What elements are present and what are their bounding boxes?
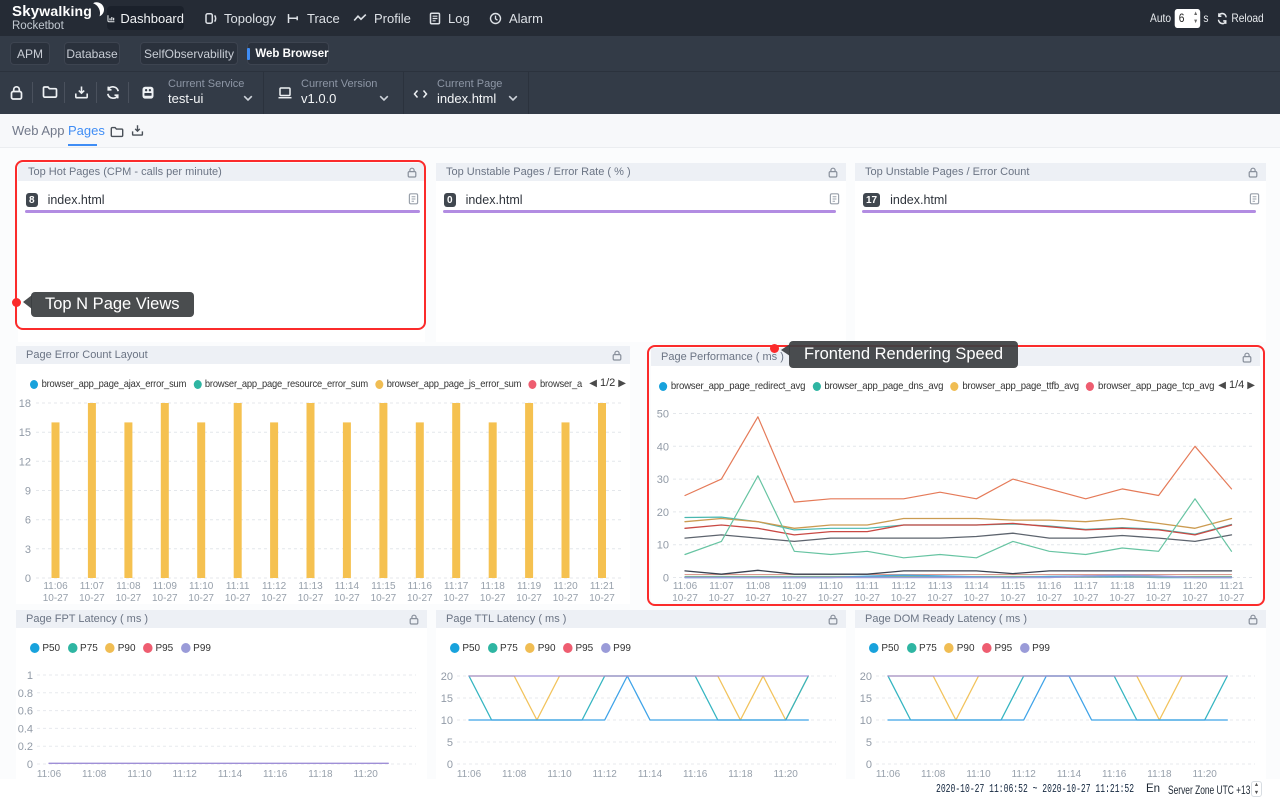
svg-text:10-27: 10-27 — [152, 593, 178, 604]
svg-text:10-27: 10-27 — [964, 593, 990, 604]
svg-text:10-27: 10-27 — [1219, 593, 1245, 604]
svg-text:11:07: 11:07 — [709, 581, 734, 592]
svg-text:20: 20 — [441, 671, 453, 683]
svg-text:9: 9 — [25, 486, 31, 498]
svg-text:10-27: 10-27 — [1182, 593, 1208, 604]
svg-text:11:12: 11:12 — [891, 581, 916, 592]
svg-text:10-27: 10-27 — [516, 593, 542, 604]
svg-text:11:21: 11:21 — [590, 581, 615, 592]
svg-text:11:19: 11:19 — [1146, 581, 1171, 592]
svg-text:0: 0 — [447, 759, 453, 771]
svg-text:0.4: 0.4 — [18, 723, 33, 735]
svg-text:10-27: 10-27 — [818, 593, 844, 604]
svg-text:12: 12 — [19, 456, 31, 468]
svg-text:10-27: 10-27 — [854, 593, 880, 604]
svg-text:11:06: 11:06 — [43, 581, 68, 592]
svg-text:11:16: 11:16 — [1037, 581, 1062, 592]
svg-text:11:15: 11:15 — [371, 581, 396, 592]
svg-text:40: 40 — [657, 441, 669, 453]
svg-text:11:15: 11:15 — [1001, 581, 1026, 592]
svg-text:11:21: 11:21 — [1219, 581, 1244, 592]
svg-text:10-27: 10-27 — [371, 593, 397, 604]
svg-text:10-27: 10-27 — [1037, 593, 1063, 604]
svg-text:10-27: 10-27 — [298, 593, 324, 604]
svg-text:10-27: 10-27 — [188, 593, 214, 604]
svg-text:11:07: 11:07 — [80, 581, 105, 592]
svg-text:11:17: 11:17 — [1074, 581, 1099, 592]
svg-text:15: 15 — [19, 427, 31, 439]
svg-text:10-27: 10-27 — [43, 593, 69, 604]
svg-text:0.6: 0.6 — [18, 706, 33, 718]
svg-text:10-27: 10-27 — [745, 593, 771, 604]
svg-text:18: 18 — [19, 398, 31, 410]
svg-text:11:12: 11:12 — [262, 581, 287, 592]
svg-text:10-27: 10-27 — [407, 593, 433, 604]
svg-text:10-27: 10-27 — [672, 593, 698, 604]
svg-text:10-27: 10-27 — [589, 593, 615, 604]
svg-text:5: 5 — [447, 737, 453, 749]
svg-text:11:08: 11:08 — [746, 581, 771, 592]
svg-text:15: 15 — [860, 693, 872, 705]
svg-text:6: 6 — [25, 515, 31, 527]
svg-text:11:13: 11:13 — [928, 581, 953, 592]
svg-text:10-27: 10-27 — [480, 593, 506, 604]
svg-text:11:11: 11:11 — [226, 581, 250, 592]
svg-text:10-27: 10-27 — [553, 593, 579, 604]
svg-text:11:10: 11:10 — [189, 581, 214, 592]
svg-text:0: 0 — [27, 759, 33, 771]
svg-text:11:19: 11:19 — [517, 581, 542, 592]
svg-text:10: 10 — [657, 540, 669, 552]
svg-text:11:17: 11:17 — [444, 581, 469, 592]
svg-text:11:20: 11:20 — [553, 581, 578, 592]
svg-text:1: 1 — [27, 670, 33, 682]
svg-text:11:09: 11:09 — [782, 581, 807, 592]
svg-text:11:08: 11:08 — [116, 581, 141, 592]
svg-text:0: 0 — [25, 573, 31, 585]
svg-text:5: 5 — [866, 737, 872, 749]
svg-text:11:20: 11:20 — [1183, 581, 1208, 592]
svg-text:0.2: 0.2 — [18, 741, 33, 753]
svg-text:11:14: 11:14 — [964, 581, 989, 592]
svg-text:11:10: 11:10 — [819, 581, 844, 592]
svg-text:10-27: 10-27 — [79, 593, 105, 604]
svg-text:20: 20 — [657, 507, 669, 519]
svg-text:0.8: 0.8 — [18, 688, 33, 700]
svg-text:10-27: 10-27 — [443, 593, 469, 604]
svg-text:11:16: 11:16 — [408, 581, 433, 592]
svg-text:50: 50 — [657, 409, 669, 421]
svg-text:10-27: 10-27 — [1109, 593, 1135, 604]
svg-text:11:13: 11:13 — [298, 581, 323, 592]
svg-text:11:11: 11:11 — [855, 581, 879, 592]
svg-text:10-27: 10-27 — [116, 593, 142, 604]
svg-text:11:18: 11:18 — [1110, 581, 1135, 592]
svg-text:20: 20 — [860, 671, 872, 683]
svg-text:10-27: 10-27 — [782, 593, 808, 604]
svg-text:10-27: 10-27 — [334, 593, 360, 604]
svg-text:15: 15 — [441, 693, 453, 705]
svg-text:11:09: 11:09 — [153, 581, 178, 592]
svg-text:10-27: 10-27 — [225, 593, 251, 604]
svg-text:3: 3 — [25, 544, 31, 556]
svg-text:10: 10 — [441, 715, 453, 727]
svg-text:11:14: 11:14 — [335, 581, 360, 592]
svg-text:11:18: 11:18 — [481, 581, 506, 592]
svg-text:30: 30 — [657, 474, 669, 486]
svg-text:10-27: 10-27 — [1073, 593, 1099, 604]
svg-text:10-27: 10-27 — [1146, 593, 1172, 604]
svg-text:10-27: 10-27 — [927, 593, 953, 604]
svg-text:10-27: 10-27 — [891, 593, 917, 604]
svg-text:0: 0 — [663, 573, 669, 585]
svg-text:10-27: 10-27 — [709, 593, 735, 604]
svg-text:10-27: 10-27 — [261, 593, 287, 604]
svg-text:10: 10 — [860, 715, 872, 727]
svg-text:0: 0 — [866, 759, 872, 771]
svg-text:10-27: 10-27 — [1000, 593, 1026, 604]
svg-text:11:06: 11:06 — [673, 581, 698, 592]
